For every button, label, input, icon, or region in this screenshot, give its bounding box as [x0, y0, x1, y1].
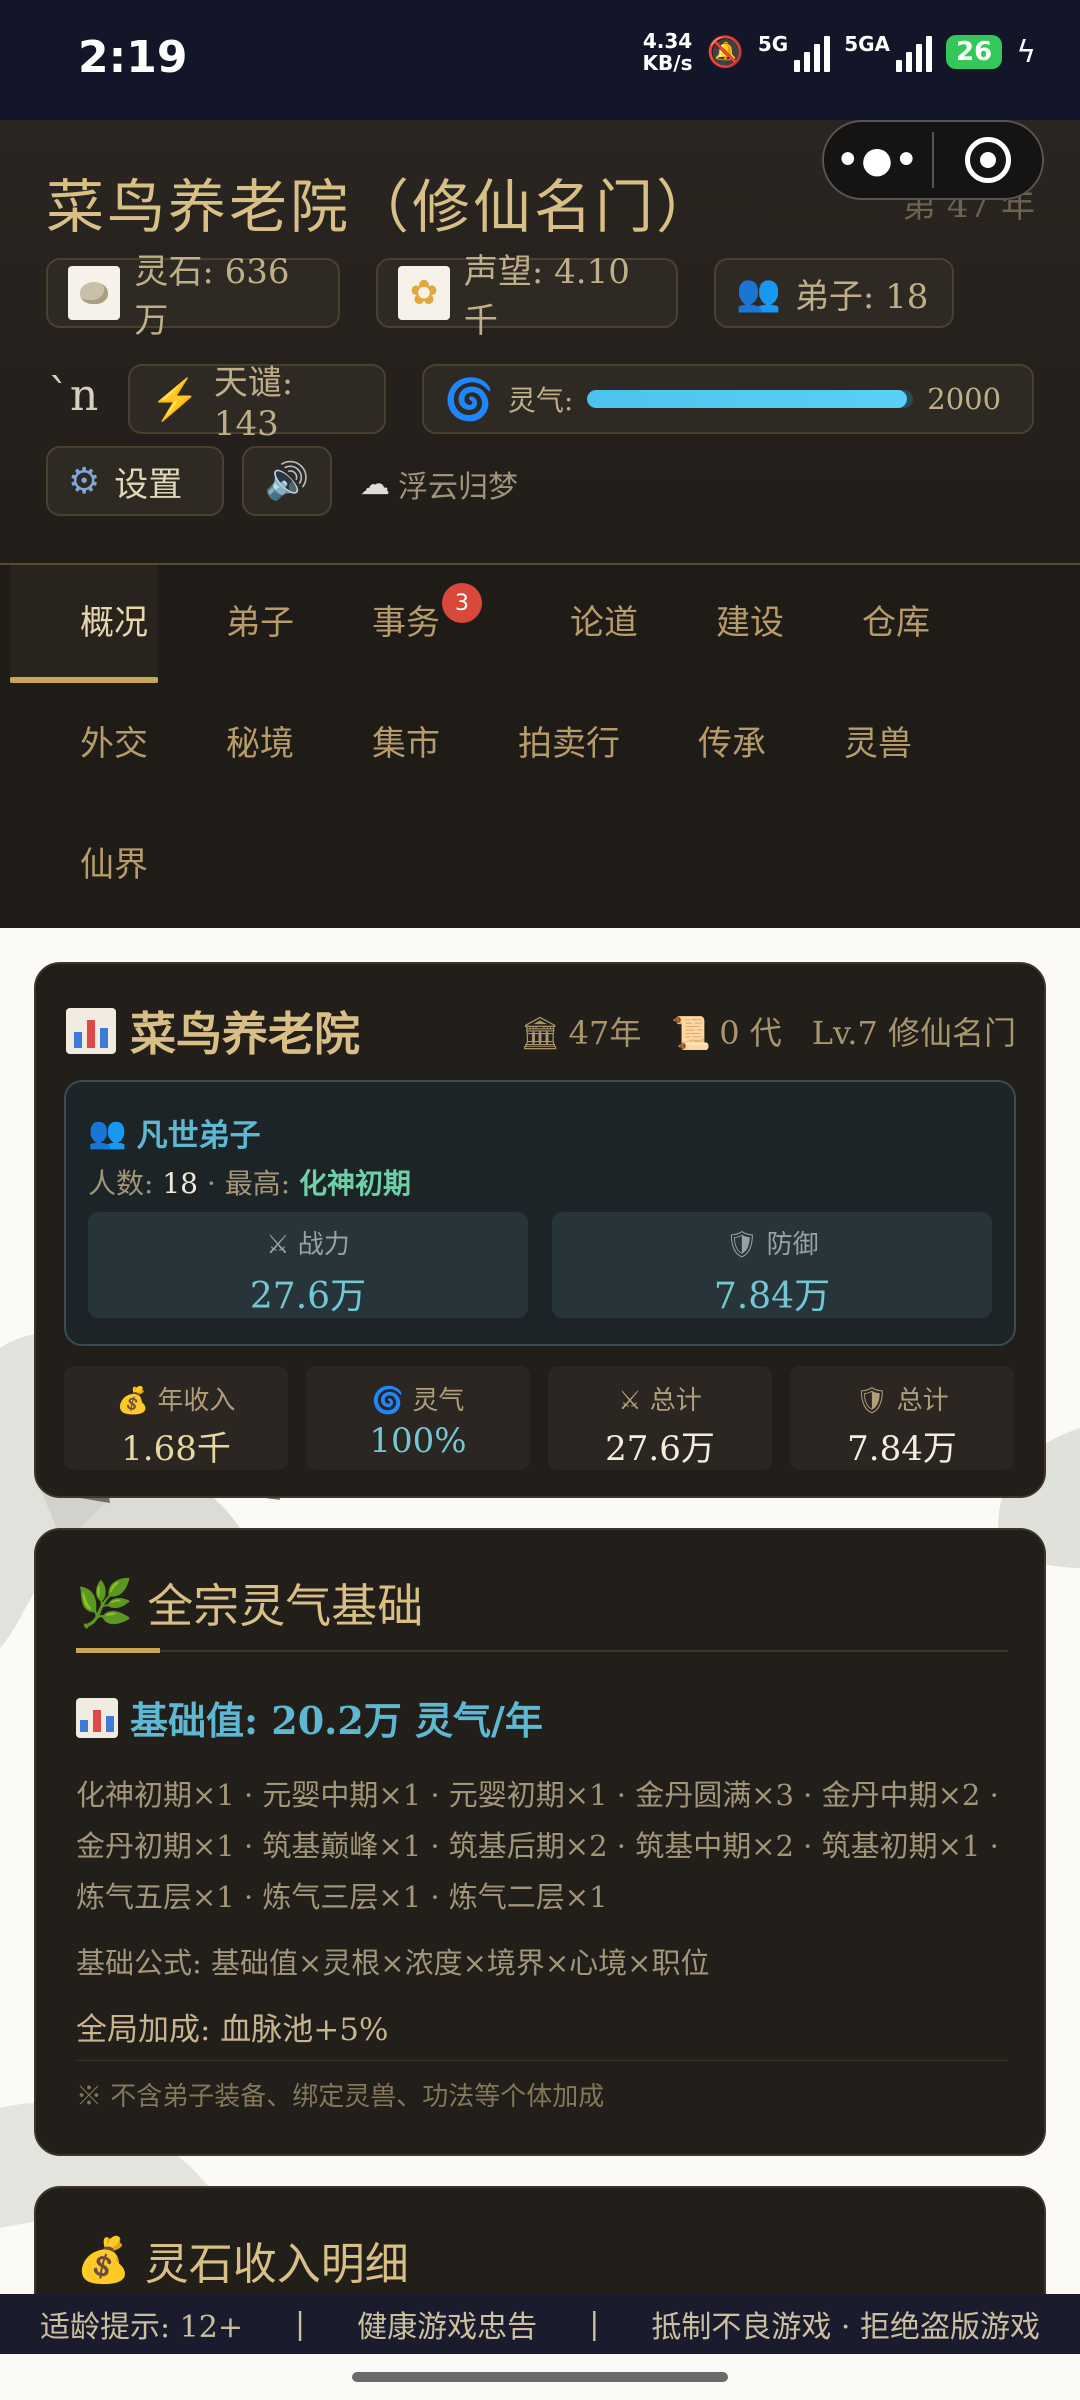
more-menu-button[interactable]: •●•	[824, 122, 932, 198]
attack-stat: ⚔ 战力 27.6万	[88, 1212, 528, 1318]
crossed-swords-icon: ⚔	[618, 1386, 642, 1416]
swirl-icon: 🌀	[371, 1386, 405, 1416]
mute-bell-icon: 🔕	[706, 34, 744, 70]
more-dots-icon: •●•	[836, 139, 920, 181]
age-hint: 适龄提示: 12+	[40, 2310, 243, 2345]
tab-inheritance[interactable]: 传承	[698, 710, 766, 770]
tab-warehouse[interactable]: 仓库	[862, 589, 930, 649]
main-tab-bar: 概况 弟子 事务 3 论道 建设 仓库 外交 秘境 集市 拍卖行 传承 灵兽 仙…	[0, 565, 1080, 928]
money-bag-icon: 💰	[76, 2235, 131, 2286]
disciple-summary: 人数: 18 · 最高: 化神初期	[88, 1167, 412, 1200]
cloud-dream-label[interactable]: ☁ 浮云归梦	[360, 462, 518, 506]
health-notice: 健康游戏忠告	[357, 2310, 538, 2345]
disciples-chip: 👥 弟子: 18	[714, 258, 954, 328]
sim2-signal-icon: 5GA	[844, 32, 933, 72]
network-speed: 4.34 KB/s	[642, 29, 693, 75]
tab-diplomacy[interactable]: 外交	[80, 710, 148, 770]
tab-auction[interactable]: 拍卖行	[518, 710, 620, 770]
realm-breakdown: 化神初期×1 · 元婴中期×1 · 元婴初期×1 · 金丹圆满×3 · 金丹中期…	[76, 1778, 999, 1914]
annual-income-stat: 💰 年收入 1.68千	[64, 1366, 288, 1470]
total-defense-stat: 🛡 总计 7.84万	[790, 1366, 1014, 1470]
stray-text: `n	[48, 370, 99, 421]
tab-secret-realm[interactable]: 秘境	[226, 710, 294, 770]
tab-disciples[interactable]: 弟子	[226, 589, 294, 649]
tab-debate[interactable]: 论道	[570, 589, 638, 649]
base-formula: 基础公式: 基础值×灵根×浓度×境界×心境×职位	[76, 1946, 710, 1980]
active-tab-indicator	[10, 677, 158, 683]
qi-base-card: 🌿 全宗灵气基础 基础值: 20.2万 灵气/年 化神初期×1 · 元婴中期×1…	[34, 1528, 1046, 2156]
sect-header: 菜鸟养老院（修仙名门） 第 47 年 •●• 灵石: 636万 ✿ 声望: 4.…	[0, 120, 1080, 565]
tab-market[interactable]: 集市	[372, 710, 440, 770]
target-circle-icon	[965, 137, 1011, 183]
spirit-stone-icon	[68, 266, 121, 320]
income-title: 灵石收入明细	[144, 2239, 409, 2290]
overview-meta: 🏛 47年 📜 0 代 Lv.7 修仙名门	[520, 1008, 1016, 1054]
swirl-icon: 🌀	[444, 376, 494, 423]
global-bonus: 全局加成: 血脉池+5%	[76, 2012, 389, 2048]
tab-affairs[interactable]: 事务 3	[372, 583, 482, 649]
miniprogram-capsule: •●•	[822, 120, 1044, 200]
mortal-disciples-panel[interactable]: 👥 凡世弟子 人数: 18 · 最高: 化神初期 ⚔ 战力 27.6万 🛡 防御…	[64, 1080, 1016, 1346]
people-icon: 👥	[88, 1115, 127, 1151]
compliance-footer: 适龄提示: 12+ | 健康游戏忠告 | 抵制不良游戏 · 拒绝盗版游戏	[0, 2294, 1080, 2354]
clock: 2:19	[78, 32, 188, 83]
qi-stat: 🌀 灵气 100%	[306, 1366, 530, 1470]
home-indicator[interactable]	[0, 2354, 1080, 2400]
exclusion-note: ※ 不含弟子装备、绑定灵兽、功法等个体加成	[76, 2082, 605, 2112]
sound-button[interactable]: 🔊	[242, 446, 332, 516]
total-attack-stat: ⚔ 总计 27.6万	[548, 1366, 772, 1470]
sim1-signal-icon: 5G	[758, 32, 831, 72]
sect-level: Lv.7 修仙名门	[811, 1014, 1016, 1052]
lightning-icon: ⚡	[150, 376, 200, 423]
tab-overview[interactable]: 概况	[80, 589, 148, 649]
scroll-icon: 📜	[671, 1014, 712, 1052]
status-bar: 2:19 4.34 KB/s 🔕 5G 5GA 26 ϟ	[0, 0, 1080, 120]
bar-chart-icon	[76, 1697, 118, 1738]
status-icons: 4.34 KB/s 🔕 5G 5GA 26 ϟ	[643, 30, 1036, 74]
anti-piracy-notice: 抵制不良游戏 · 拒绝盗版游戏	[651, 2310, 1040, 2345]
qi-chip: 🌀 灵气: 2000	[422, 364, 1034, 434]
reputation-chip: ✿ 声望: 4.10千	[376, 252, 678, 341]
speaker-icon: 🔊	[264, 461, 310, 502]
qi-base-title: 全宗灵气基础	[147, 1579, 424, 1633]
affairs-badge: 3	[442, 583, 482, 623]
spirit-stone-chip: 灵石: 636万	[46, 252, 340, 341]
money-bag-icon: 💰	[116, 1386, 150, 1416]
qi-base-value: 基础值: 20.2万 灵气/年	[130, 1698, 543, 1743]
close-miniprogram-button[interactable]	[934, 122, 1042, 198]
cloud-icon: ☁	[360, 466, 390, 502]
people-icon: 👥	[736, 273, 781, 314]
sect-title: 菜鸟养老院（修仙名门）	[46, 173, 718, 241]
shield-icon: 🛡	[725, 1230, 759, 1260]
bar-chart-icon	[66, 1008, 116, 1054]
shield-icon: 🛡	[855, 1386, 889, 1416]
gear-icon: ⚙	[68, 460, 101, 502]
sect-overview-card: 菜鸟养老院 🏛 47年 📜 0 代 Lv.7 修仙名门 👥 凡世弟子 人数: 18 …	[34, 962, 1046, 1498]
tab-spirit-beast[interactable]: 灵兽	[844, 710, 912, 770]
crossed-swords-icon: ⚔	[266, 1230, 290, 1260]
tab-immortal-realm[interactable]: 仙界	[80, 831, 148, 891]
temple-icon: 🏛	[520, 1014, 561, 1052]
tribulation-chip: ⚡ 天谴: 143	[128, 363, 386, 444]
battery-icon: 26	[946, 35, 1003, 69]
tab-construction[interactable]: 建设	[716, 589, 784, 649]
defense-stat: 🛡 防御 7.84万	[552, 1212, 992, 1318]
overview-title: 菜鸟养老院	[66, 998, 360, 1064]
reputation-flower-icon: ✿	[398, 266, 450, 320]
settings-button[interactable]: ⚙ 设置	[46, 446, 224, 516]
herb-icon: 🌿	[76, 1575, 134, 1630]
charging-icon: ϟ	[1016, 34, 1036, 70]
qi-progress-bar	[587, 390, 914, 408]
